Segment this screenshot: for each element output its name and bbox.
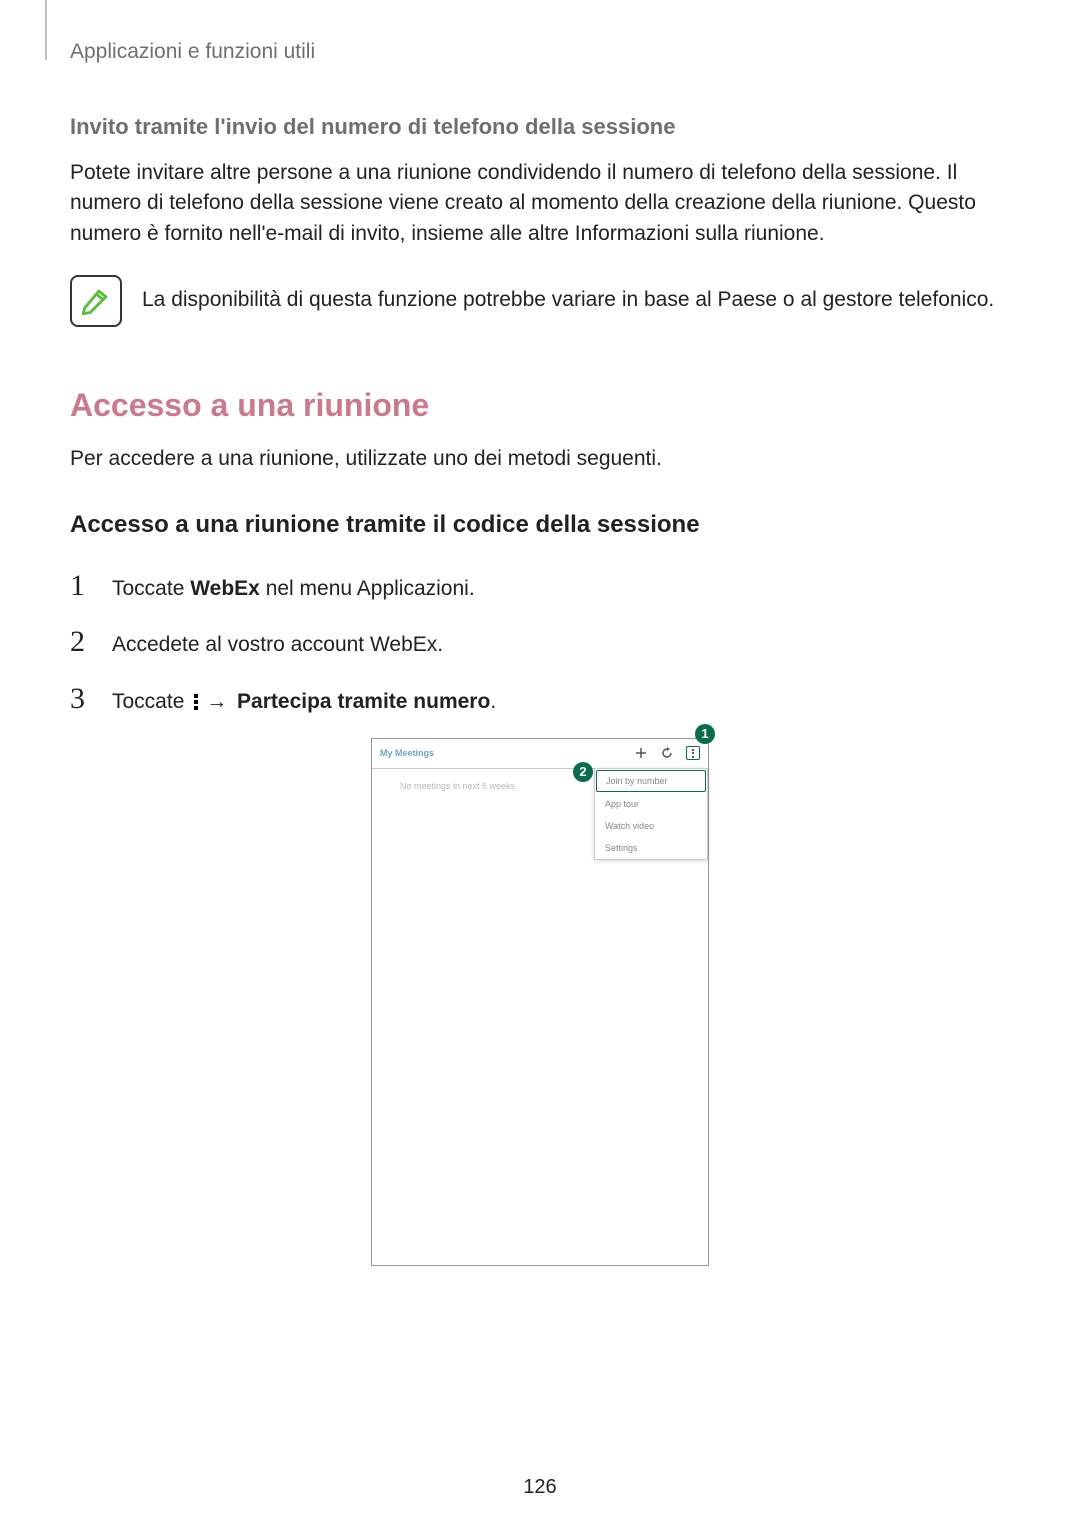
callout-1: 1 [695, 724, 715, 744]
more-vert-icon [692, 749, 694, 758]
step-number: 3 [70, 682, 94, 716]
phone-title: My Meetings [380, 748, 434, 758]
dropdown-item-settings[interactable]: Settings [595, 837, 707, 859]
margin-line [45, 0, 47, 60]
more-button[interactable] [686, 746, 700, 760]
step-text-bold: WebEx [190, 577, 260, 600]
step-number: 2 [70, 625, 94, 659]
step-text: Accedete al vostro account WebEx. [112, 630, 443, 659]
step-text-post: . [490, 690, 496, 713]
callout-2: 2 [573, 762, 593, 782]
step-text: Toccate WebEx nel menu Applicazioni. [112, 574, 475, 603]
document-page: Applicazioni e funzioni utili Invito tra… [0, 0, 1080, 1527]
step-text-post: nel menu Applicazioni. [260, 577, 475, 600]
dropdown-item-join-by-number[interactable]: Join by number [596, 770, 706, 792]
plus-icon[interactable] [634, 746, 648, 760]
step-text: Toccate → Partecipa tramite numero. [112, 687, 496, 716]
body-paragraph-1: Potete invitare altre persone a una riun… [70, 158, 1010, 249]
step-text-pre: Toccate [112, 577, 190, 600]
note-text: La disponibilità di questa funzione potr… [142, 275, 994, 315]
pen-icon [79, 284, 113, 318]
more-vert-icon [194, 694, 198, 710]
step-text-bold: Partecipa tramite numero [231, 690, 490, 713]
phone-frame: My Meetings No meetings in next 6 weeks … [371, 738, 709, 1266]
phone-screenshot: 1 2 My Meetings No meetings in next 6 we [371, 738, 709, 1266]
note-icon [70, 275, 122, 327]
dropdown-menu: Join by number App tour Watch video Sett… [594, 768, 708, 860]
steps-list: 1 Toccate WebEx nel menu Applicazioni. 2… [70, 569, 1010, 716]
main-heading: Accesso a una riunione [70, 387, 1010, 424]
step-number: 1 [70, 569, 94, 603]
arrow-right-icon: → [206, 687, 227, 716]
step-2: 2 Accedete al vostro account WebEx. [70, 625, 1010, 659]
subheading-session-code: Accesso a una riunione tramite il codice… [70, 511, 1010, 539]
phone-header-bar: My Meetings [372, 739, 708, 769]
step-text-pre: Toccate [112, 690, 190, 713]
page-number: 126 [0, 1476, 1080, 1499]
step-1: 1 Toccate WebEx nel menu Applicazioni. [70, 569, 1010, 603]
step-3: 3 Toccate → Partecipa tramite numero. [70, 682, 1010, 716]
note-block: La disponibilità di questa funzione potr… [70, 275, 1010, 327]
running-header: Applicazioni e funzioni utili [70, 40, 1010, 64]
refresh-icon[interactable] [660, 746, 674, 760]
dropdown-item-watch-video[interactable]: Watch video [595, 815, 707, 837]
subheading-invite: Invito tramite l'invio del numero di tel… [70, 114, 1010, 140]
header-icons [634, 746, 700, 760]
body-paragraph-2: Per accedere a una riunione, utilizzate … [70, 444, 1010, 474]
dropdown-item-app-tour[interactable]: App tour [595, 793, 707, 815]
